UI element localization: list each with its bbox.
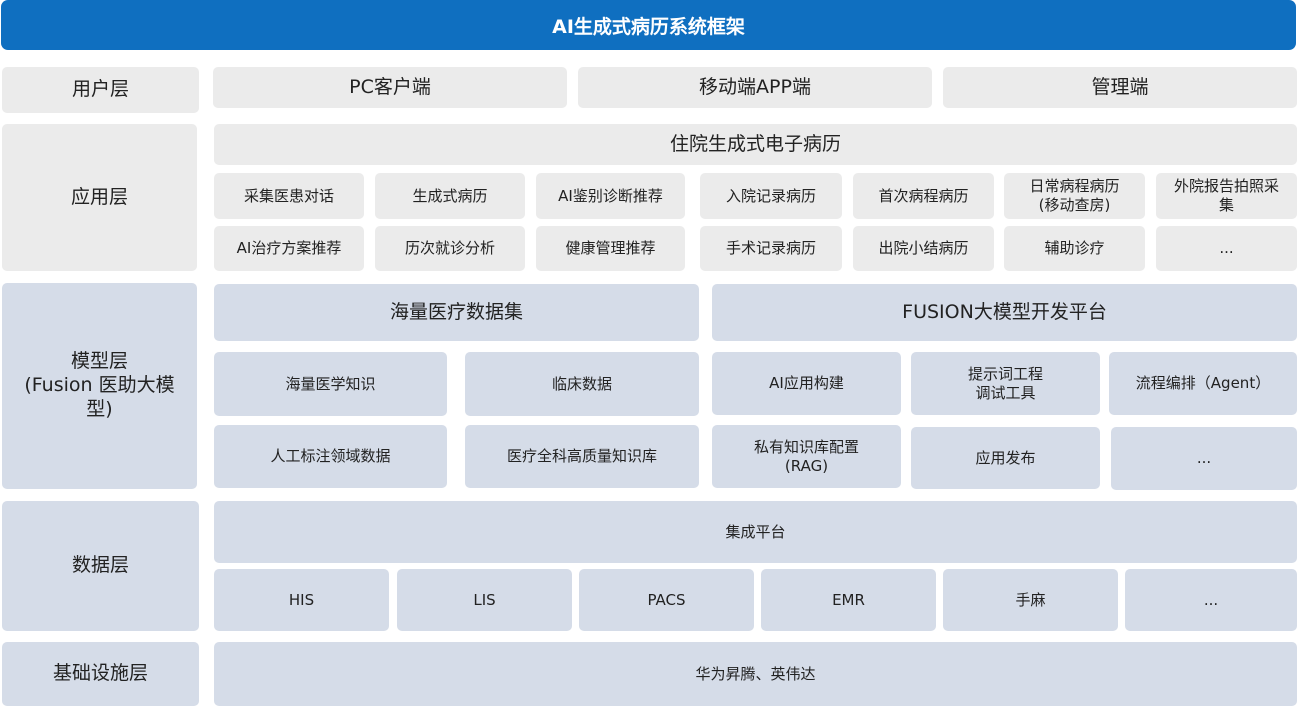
- diagram-title: AI生成式病历系统框架: [1, 0, 1296, 50]
- model-dataset-item: 人工标注领域数据: [214, 425, 447, 488]
- data-source-item: 手麻: [943, 569, 1118, 631]
- data-source-item: ...: [1125, 569, 1297, 631]
- user-layer-pc-client: PC客户端: [213, 67, 567, 108]
- data-integration-platform: 集成平台: [214, 501, 1297, 563]
- model-platform-item: 应用发布: [911, 427, 1100, 489]
- model-dataset-item: 医疗全科高质量知识库: [465, 425, 699, 488]
- model-layer-label: 模型层 (Fusion 医助大模 型): [2, 283, 197, 489]
- data-layer-label: 数据层: [2, 501, 199, 631]
- model-platform-item: AI应用构建: [712, 352, 901, 415]
- app-item: 首次病程病历: [853, 173, 994, 219]
- app-item: ...: [1156, 226, 1297, 271]
- data-source-item: EMR: [761, 569, 936, 631]
- app-layer-label: 应用层: [2, 124, 197, 271]
- app-item: 外院报告拍照采 集: [1156, 173, 1297, 219]
- infra-layer-content: 华为昇腾、英伟达: [214, 642, 1297, 706]
- app-item: 采集医患对话: [214, 173, 364, 219]
- app-item: 辅助诊疗: [1004, 226, 1145, 271]
- model-platform-item: 私有知识库配置 (RAG): [712, 425, 901, 488]
- user-layer-label: 用户层: [2, 67, 199, 113]
- app-item: AI治疗方案推荐: [214, 226, 364, 271]
- app-item: 历次就诊分析: [375, 226, 525, 271]
- app-layer-header: 住院生成式电子病历: [214, 124, 1297, 165]
- data-source-item: LIS: [397, 569, 572, 631]
- model-dataset-item: 海量医学知识: [214, 352, 447, 416]
- data-source-item: PACS: [579, 569, 754, 631]
- user-layer-mobile-app: 移动端APP端: [578, 67, 932, 108]
- model-platform-item: 流程编排（Agent）: [1109, 352, 1297, 415]
- app-item: 日常病程病历 (移动查房): [1004, 173, 1145, 219]
- model-platform-header: FUSION大模型开发平台: [712, 284, 1297, 341]
- model-platform-item: 提示词工程 调试工具: [911, 352, 1100, 415]
- app-item: 健康管理推荐: [536, 226, 685, 271]
- model-platform-item: ...: [1111, 427, 1297, 490]
- app-item: 入院记录病历: [700, 173, 842, 219]
- infra-layer-label: 基础设施层: [2, 642, 199, 706]
- app-item: 手术记录病历: [700, 226, 842, 271]
- data-source-item: HIS: [214, 569, 389, 631]
- model-dataset-item: 临床数据: [465, 352, 699, 416]
- user-layer-admin: 管理端: [943, 67, 1297, 108]
- model-dataset-header: 海量医疗数据集: [214, 284, 699, 341]
- app-item: AI鉴别诊断推荐: [536, 173, 685, 219]
- app-item: 出院小结病历: [853, 226, 994, 271]
- app-item: 生成式病历: [375, 173, 525, 219]
